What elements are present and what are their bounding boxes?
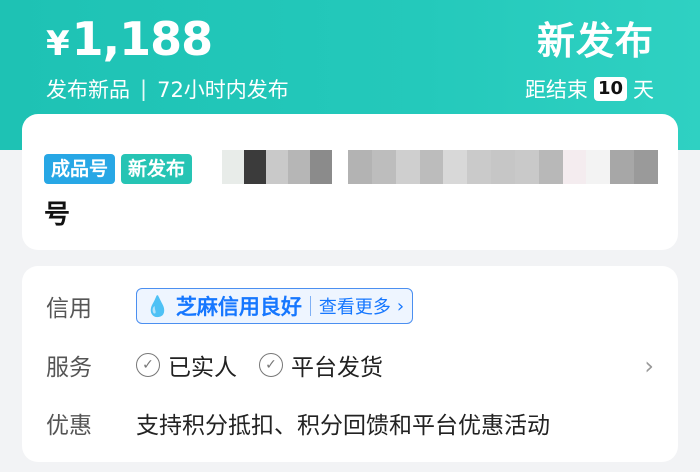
- check-circle-icon: ✓: [259, 353, 283, 377]
- release-type: 发布新品: [46, 78, 130, 102]
- water-drop-icon: 💧: [145, 294, 170, 318]
- product-title-card[interactable]: 成品号 新发布 号: [22, 114, 678, 250]
- service-row[interactable]: 服务 ✓ 已实人 ✓ 平台发货: [46, 348, 383, 382]
- divider: [309, 296, 311, 316]
- countdown-suffix: 天: [633, 78, 654, 102]
- blurred-title-segment: [222, 150, 332, 184]
- chevron-right-icon[interactable]: ›: [644, 352, 654, 380]
- countdown-days: 10: [593, 77, 627, 101]
- check-circle-icon: ✓: [136, 353, 160, 377]
- credit-label: 信用: [46, 296, 92, 322]
- title-tags: 成品号 新发布: [44, 154, 193, 184]
- tag-new-release: 新发布: [121, 154, 193, 184]
- currency-symbol: ¥: [46, 24, 70, 64]
- chevron-right-icon: ›: [396, 295, 405, 317]
- info-card: 信用 💧 芝麻信用良好 查看更多 › 服务 ✓ 已实人 ✓ 平台发货 › 优惠 …: [22, 266, 678, 462]
- service-list: ✓ 已实人 ✓ 平台发货: [136, 348, 383, 382]
- credit-badge[interactable]: 💧 芝麻信用良好 查看更多 ›: [136, 288, 414, 324]
- release-window: 72小时内发布: [157, 78, 289, 102]
- service-item-label: 平台发货: [291, 355, 383, 381]
- price: ¥ 1,188: [46, 12, 214, 72]
- credit-value: 芝麻信用良好: [175, 295, 302, 319]
- blurred-title-segment: [348, 150, 658, 184]
- countdown-prefix: 距结束: [524, 78, 588, 102]
- view-more-link[interactable]: 查看更多: [319, 293, 391, 319]
- title-tail-text: 号: [44, 200, 71, 230]
- promo-label: 优惠: [46, 413, 92, 439]
- credit-row: 信用 💧 芝麻信用良好 查看更多 ›: [46, 288, 414, 324]
- service-item-label: 已实人: [168, 355, 237, 381]
- tag-finished-account: 成品号: [44, 154, 116, 184]
- service-label: 服务: [46, 355, 92, 381]
- separator: |: [140, 77, 148, 101]
- promo-value: 支持积分抵扣、积分回馈和平台优惠活动: [136, 413, 550, 439]
- promo-row: 优惠 支持积分抵扣、积分回馈和平台优惠活动: [46, 406, 550, 440]
- countdown: 距结束 10 天: [525, 74, 654, 104]
- price-value: 1,188: [71, 12, 214, 66]
- service-item-platform-delivery: ✓ 平台发货: [259, 348, 383, 382]
- new-release-badge: 新发布: [536, 19, 654, 63]
- release-info: 发布新品 | 72小时内发布: [46, 74, 289, 104]
- service-item-verified: ✓ 已实人: [136, 348, 237, 382]
